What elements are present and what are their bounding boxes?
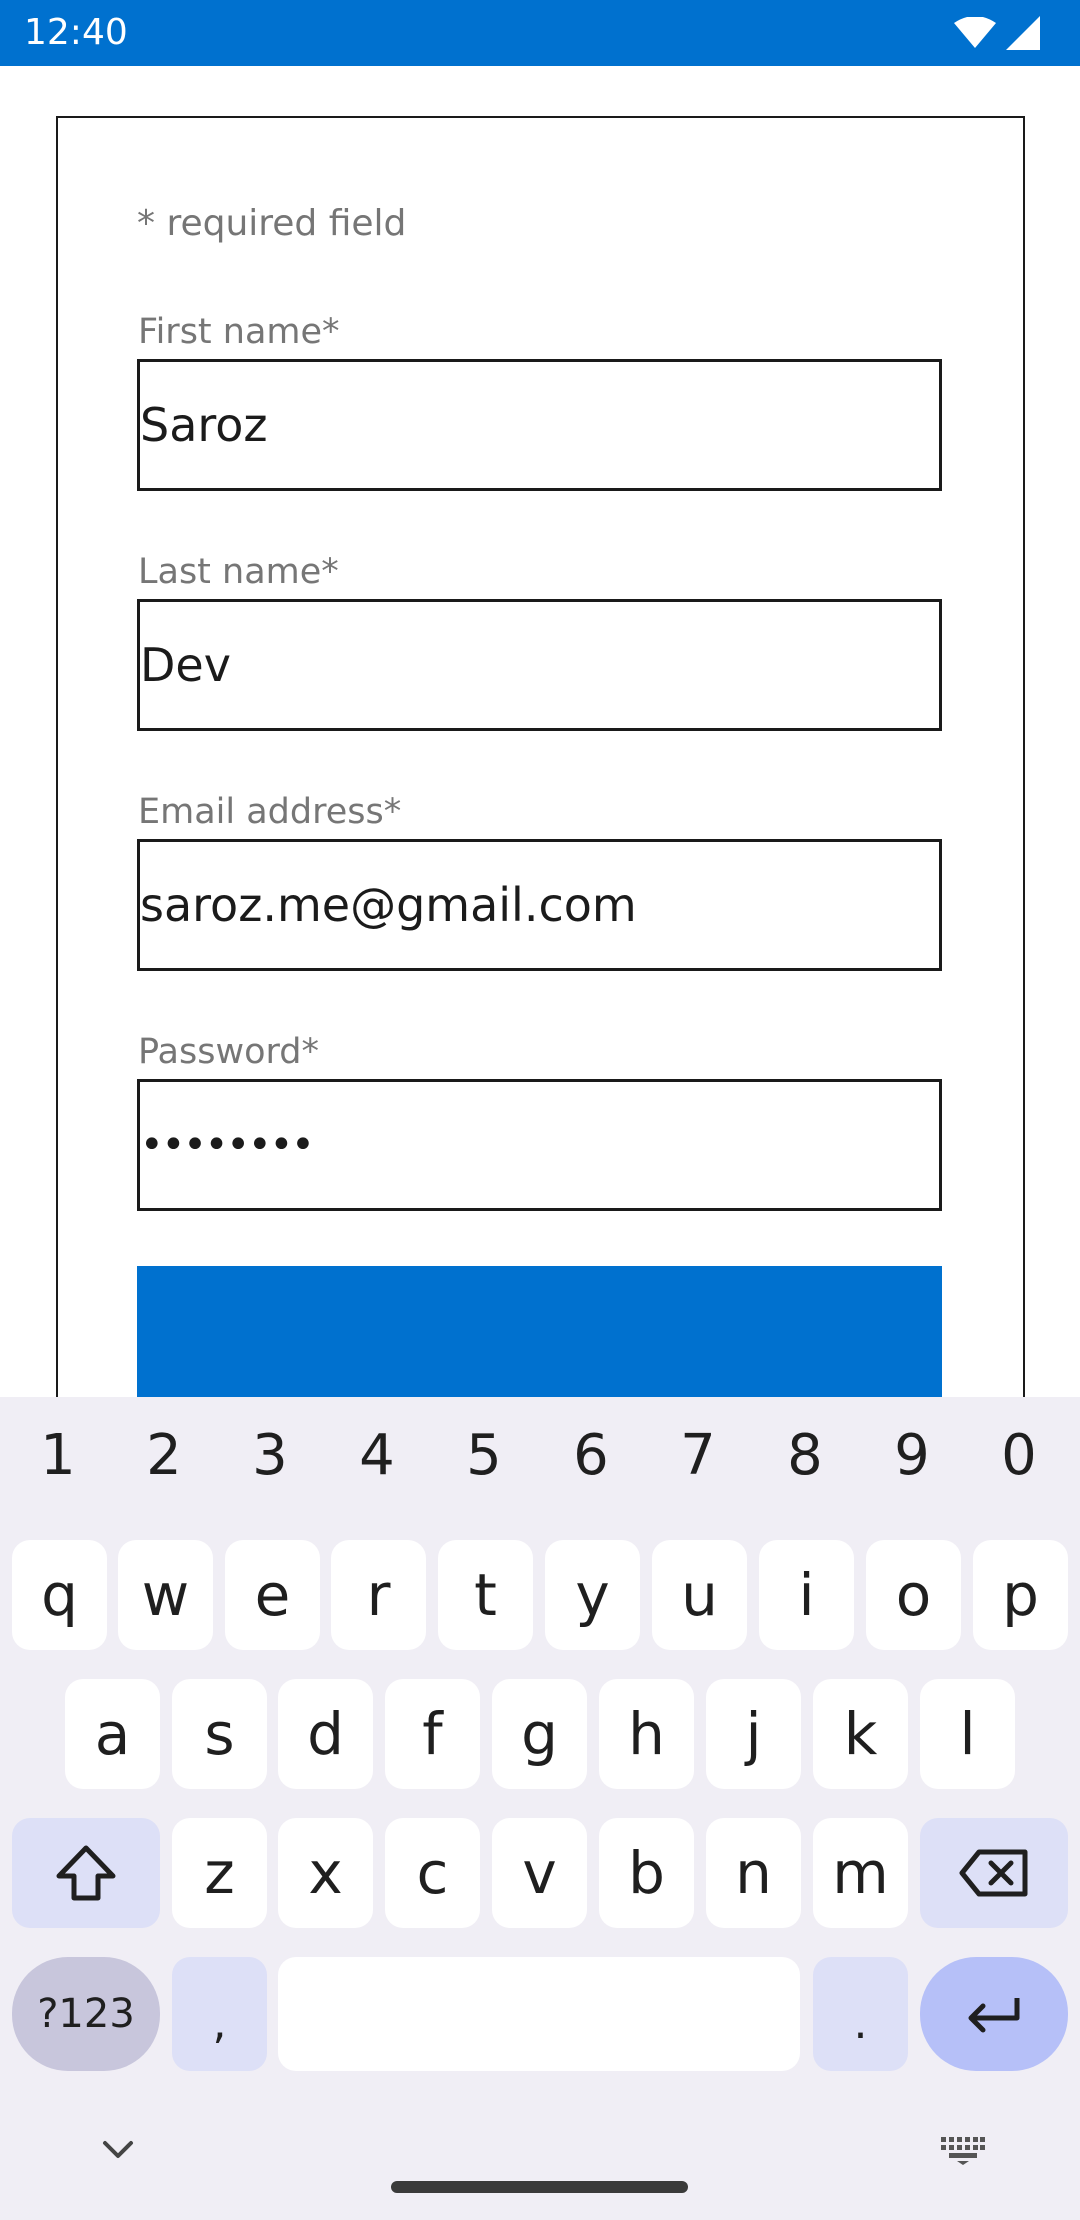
key-i[interactable]: i (759, 1540, 854, 1650)
comma-key[interactable]: , (172, 1957, 267, 2071)
key-x[interactable]: x (278, 1818, 373, 1928)
key-j[interactable]: j (706, 1679, 801, 1789)
key-z[interactable]: z (172, 1818, 267, 1928)
signup-screen: 12:40 * required field First name* Saroz… (0, 0, 1080, 2220)
key-6[interactable]: 6 (551, 1423, 631, 1488)
first-name-label: First name* (138, 312, 340, 352)
backspace-icon (959, 1849, 1028, 1897)
signal-icon (1006, 16, 1040, 50)
key-y[interactable]: y (545, 1540, 640, 1650)
symbols-key[interactable]: ?123 (12, 1957, 160, 2071)
required-field-note: * required field (137, 203, 407, 244)
password-value: •••••••• (140, 1122, 315, 1168)
last-name-value: Dev (140, 638, 231, 692)
password-label: Password* (138, 1032, 319, 1072)
key-v[interactable]: v (492, 1818, 587, 1928)
last-name-field[interactable]: Dev (137, 599, 942, 731)
key-k[interactable]: k (813, 1679, 908, 1789)
home-gesture-bar[interactable] (391, 2181, 688, 2193)
key-a[interactable]: a (65, 1679, 160, 1789)
key-0[interactable]: 0 (979, 1423, 1059, 1488)
email-label: Email address* (138, 792, 402, 832)
key-7[interactable]: 7 (658, 1423, 738, 1488)
first-name-field[interactable]: Saroz (137, 359, 942, 491)
email-value: saroz.me@gmail.com (140, 878, 637, 932)
enter-icon (968, 1998, 1020, 2033)
period-key[interactable]: . (813, 1957, 908, 2071)
backspace-key[interactable] (920, 1818, 1068, 1928)
key-5[interactable]: 5 (444, 1423, 524, 1488)
submit-button[interactable] (137, 1266, 942, 1416)
password-field[interactable]: •••••••• (137, 1079, 942, 1211)
wifi-icon (954, 17, 996, 48)
key-o[interactable]: o (866, 1540, 961, 1650)
key-q[interactable]: q (12, 1540, 107, 1650)
key-w[interactable]: w (118, 1540, 213, 1650)
key-n[interactable]: n (706, 1818, 801, 1928)
key-9[interactable]: 9 (872, 1423, 952, 1488)
form-card (56, 116, 1025, 1416)
key-s[interactable]: s (172, 1679, 267, 1789)
number-row: 1 2 3 4 5 6 7 8 9 0 (0, 1397, 1080, 1527)
status-icons (954, 14, 1040, 52)
key-c[interactable]: c (385, 1818, 480, 1928)
key-h[interactable]: h (599, 1679, 694, 1789)
key-3[interactable]: 3 (230, 1423, 310, 1488)
key-t[interactable]: t (438, 1540, 533, 1650)
status-time: 12:40 (24, 12, 128, 53)
chevron-down-icon[interactable] (102, 2140, 134, 2160)
key-g[interactable]: g (492, 1679, 587, 1789)
first-name-value: Saroz (140, 398, 268, 452)
key-r[interactable]: r (331, 1540, 426, 1650)
key-u[interactable]: u (652, 1540, 747, 1650)
space-key[interactable] (278, 1957, 800, 2071)
key-1[interactable]: 1 (18, 1423, 98, 1488)
key-2[interactable]: 2 (124, 1423, 204, 1488)
key-b[interactable]: b (599, 1818, 694, 1928)
keyboard-icon[interactable] (941, 2137, 985, 2165)
email-field[interactable]: saroz.me@gmail.com (137, 839, 942, 971)
enter-key[interactable] (920, 1957, 1068, 2071)
key-m[interactable]: m (813, 1818, 908, 1928)
key-l[interactable]: l (920, 1679, 1015, 1789)
soft-keyboard: 1 2 3 4 5 6 7 8 9 0 q w e r t y u i o p … (0, 1397, 1080, 2220)
key-8[interactable]: 8 (765, 1423, 845, 1488)
key-p[interactable]: p (973, 1540, 1068, 1650)
key-f[interactable]: f (385, 1679, 480, 1789)
key-4[interactable]: 4 (337, 1423, 417, 1488)
key-d[interactable]: d (278, 1679, 373, 1789)
last-name-label: Last name* (138, 552, 339, 592)
key-e[interactable]: e (225, 1540, 320, 1650)
shift-icon (56, 1845, 116, 1901)
status-bar: 12:40 (0, 0, 1080, 66)
shift-key[interactable] (12, 1818, 160, 1928)
